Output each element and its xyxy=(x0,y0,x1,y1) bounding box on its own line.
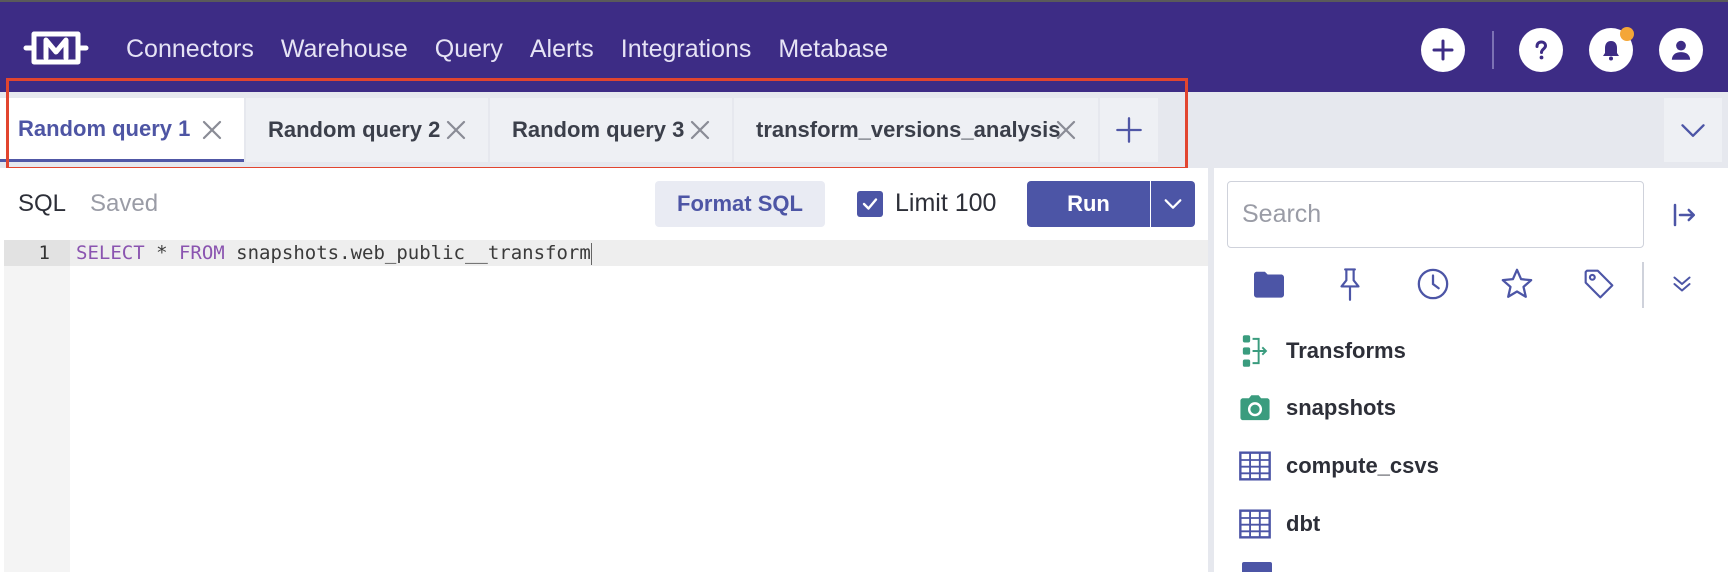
chevron-down-icon xyxy=(1681,124,1705,137)
line-gutter xyxy=(4,240,70,572)
pinned-tab[interactable] xyxy=(1332,266,1368,302)
help-button[interactable] xyxy=(1519,28,1563,72)
tree-item-label: Transforms xyxy=(1286,338,1406,363)
tab-strip-highlight xyxy=(6,78,1188,170)
table-icon xyxy=(1242,562,1272,572)
chevron-down-icon xyxy=(1164,199,1182,209)
tab-list-dropdown[interactable] xyxy=(1664,98,1722,162)
nav-metabase[interactable]: Metabase xyxy=(778,32,888,66)
tree-item-compute-csvs[interactable]: compute_csvs xyxy=(1238,446,1439,486)
sidebar-toolbar-divider xyxy=(1642,262,1644,308)
table-icon xyxy=(1238,507,1272,541)
main-nav: Connectors Warehouse Query Alerts Integr… xyxy=(126,32,915,66)
nav-query[interactable]: Query xyxy=(435,32,503,66)
camera-icon xyxy=(1238,391,1272,425)
limit-label[interactable]: Limit 100 xyxy=(895,189,996,218)
sql-keyword: SELECT xyxy=(76,242,145,264)
folder-icon xyxy=(1254,271,1284,298)
history-tab[interactable] xyxy=(1415,266,1451,302)
tree-item-label: snapshots xyxy=(1286,395,1397,420)
folder-tab[interactable] xyxy=(1251,266,1287,302)
add-button[interactable] xyxy=(1421,28,1465,72)
tree-item-transforms[interactable]: Transforms xyxy=(1238,331,1406,371)
code-text: * xyxy=(144,242,179,264)
format-sql-button[interactable]: Format SQL xyxy=(655,181,825,227)
toolbar-divider xyxy=(1492,31,1494,69)
tree-item-dbt[interactable]: dbt xyxy=(1238,504,1320,544)
sql-keyword: FROM xyxy=(178,242,225,264)
bell-icon xyxy=(1603,41,1619,61)
limit-checkbox[interactable] xyxy=(857,191,883,217)
clock-icon xyxy=(1417,268,1449,300)
text-cursor xyxy=(590,242,592,265)
tags-tab[interactable] xyxy=(1581,266,1617,302)
code-line[interactable]: SELECT * FROM snapshots.web_public__tran… xyxy=(76,242,592,265)
notification-badge xyxy=(1620,27,1634,41)
tree-item-snapshots[interactable]: snapshots xyxy=(1238,388,1396,428)
question-icon xyxy=(1535,40,1548,60)
favorites-tab[interactable] xyxy=(1499,266,1535,302)
star-icon xyxy=(1501,268,1533,298)
search-input[interactable] xyxy=(1227,181,1644,248)
plus-icon xyxy=(1432,39,1454,61)
transforms-icon xyxy=(1238,334,1272,368)
check-icon xyxy=(862,198,878,210)
nav-integrations[interactable]: Integrations xyxy=(621,32,752,66)
collapse-sidebar-icon[interactable] xyxy=(1670,200,1700,230)
editor-mode-label: SQL xyxy=(18,190,67,217)
run-options-button[interactable] xyxy=(1151,181,1195,227)
profile-button[interactable] xyxy=(1659,28,1703,72)
tree-item-label: dbt xyxy=(1286,511,1321,536)
more-tabs-button[interactable] xyxy=(1664,266,1700,302)
double-chevron-down-icon xyxy=(1673,276,1691,292)
save-status: Saved xyxy=(90,190,159,217)
line-number: 1 xyxy=(38,242,50,264)
user-icon xyxy=(1671,40,1691,60)
run-button[interactable]: Run xyxy=(1027,181,1150,227)
nav-alerts[interactable]: Alerts xyxy=(530,32,594,66)
code-text: snapshots.web_public__transform xyxy=(224,242,591,264)
table-icon xyxy=(1238,449,1272,483)
editor-pane xyxy=(0,168,1208,572)
logo-icon[interactable] xyxy=(22,28,90,68)
tag-icon xyxy=(1584,269,1614,299)
tree-item-label: compute_csvs xyxy=(1286,453,1439,478)
nav-connectors[interactable]: Connectors xyxy=(126,32,254,66)
pin-icon xyxy=(1340,268,1360,301)
nav-warehouse[interactable]: Warehouse xyxy=(281,32,408,66)
